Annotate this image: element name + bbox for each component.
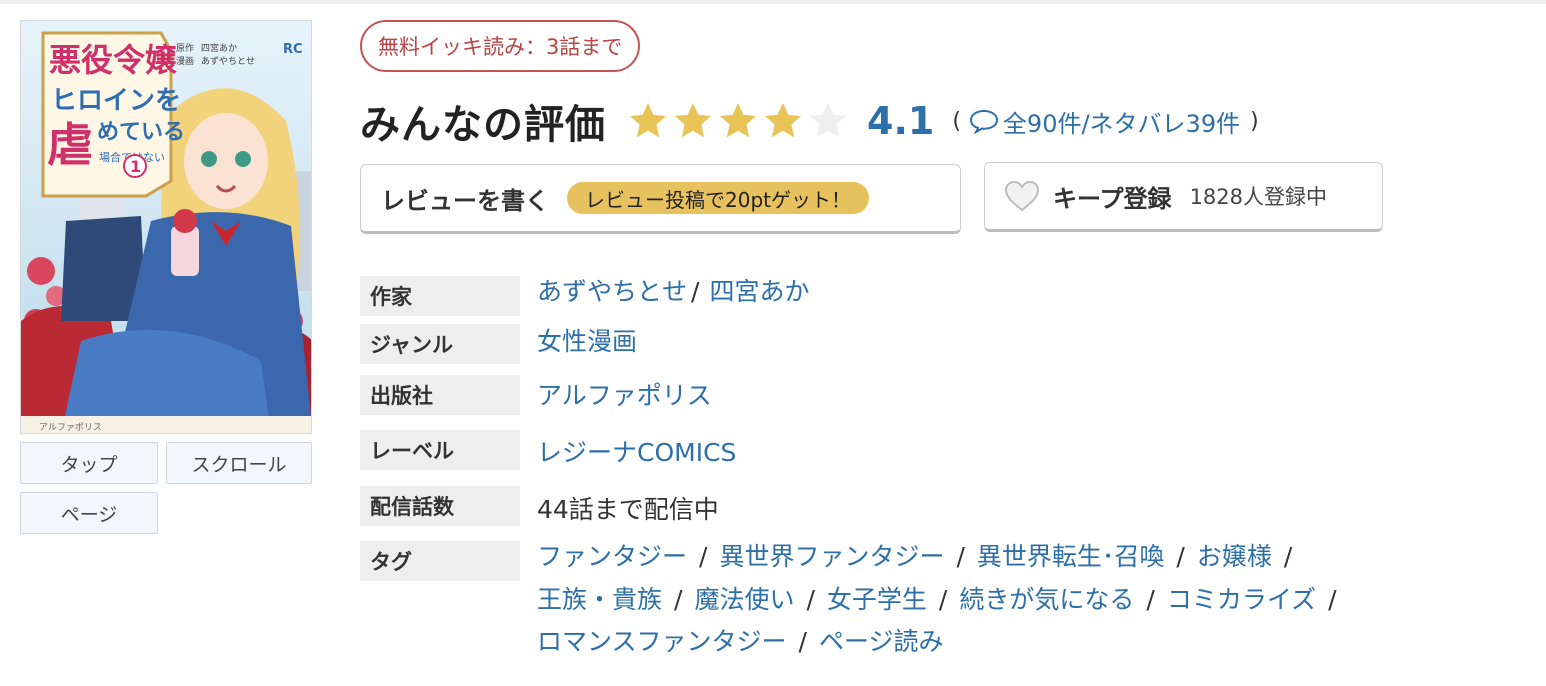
viewer-tap-button[interactable]: タップ	[20, 442, 158, 484]
svg-text:漫画: 漫画	[176, 55, 194, 67]
write-review-label: レビューを書く	[381, 186, 549, 215]
publisher-link[interactable]: アルファポリス	[537, 376, 712, 412]
author-link[interactable]: あずやちとせ	[537, 277, 687, 306]
star-rating	[628, 101, 853, 141]
speech-bubble-icon	[969, 109, 998, 134]
author-label: 作家	[360, 276, 520, 316]
tag-link[interactable]: ファンタジー	[537, 542, 687, 571]
tags-line-1: ファンタジー / 異世界ファンタジー / 異世界転生･召喚 / お嬢様 /	[537, 537, 1304, 573]
episodes-value: 44話まで配信中	[537, 495, 719, 524]
svg-text:四宮あか: 四宮あか	[201, 42, 237, 54]
tags-line-3: ロマンスファンタジー / ページ読み	[537, 622, 943, 658]
genre-label: ジャンル	[360, 324, 520, 364]
heart-icon	[1004, 180, 1040, 212]
svg-text:原作: 原作	[176, 42, 194, 54]
review-count-link[interactable]: ( 全90件/ネタバレ39件 )	[952, 104, 1258, 139]
svg-text:アルファポリス: アルファポリス	[39, 422, 102, 433]
tags-label: タグ	[360, 541, 520, 581]
tag-link[interactable]: お嬢様	[1197, 542, 1272, 571]
svg-text:めている: めている	[97, 120, 185, 145]
tag-link[interactable]: コミカライズ	[1167, 585, 1316, 614]
tags-line-2: 王族・貴族 / 魔法使い / 女子学生 / 続きが気になる / コミカライズ /	[537, 580, 1349, 616]
star-empty-icon	[810, 103, 846, 138]
top-border	[0, 0, 1546, 4]
author-link[interactable]: 四宮あか	[709, 277, 809, 306]
tag-separator: /	[806, 585, 815, 614]
tag-separator: /	[956, 542, 965, 571]
close-paren: )	[1250, 108, 1259, 134]
rating-title: みんなの評価	[360, 102, 606, 148]
tag-link[interactable]: 王族・貴族	[537, 585, 662, 614]
keep-button[interactable]: キープ登録 1828人登録中	[984, 162, 1383, 232]
svg-text:RC: RC	[283, 42, 303, 57]
tag-separator: /	[1328, 585, 1337, 614]
imprint-link[interactable]: レジーナCOMICS	[537, 433, 736, 469]
tag-separator: /	[938, 585, 948, 614]
cover-illustration: 悪役令嬢 は ヒロインを 虐 めている 場合ではない 1 原作 四宮あか 漫画 …	[21, 21, 311, 433]
write-review-button[interactable]: レビューを書く レビュー投稿で20ptゲット！	[360, 164, 961, 234]
tag-separator: /	[699, 542, 708, 571]
tag-separator: /	[1176, 542, 1185, 571]
svg-text:虐: 虐	[47, 118, 93, 172]
keep-count: 1828人登録中	[1189, 185, 1328, 209]
keep-label: キープ登録	[1053, 184, 1172, 213]
imprint-label: レーベル	[360, 430, 520, 470]
tag-separator: /	[798, 627, 807, 656]
open-paren: (	[952, 108, 961, 134]
star-filled-icon	[675, 103, 711, 138]
author-separator: /	[691, 277, 700, 306]
svg-text:1: 1	[130, 157, 141, 176]
tag-link[interactable]: 異世界転生･召喚	[977, 542, 1165, 571]
episodes-label: 配信話数	[360, 486, 520, 526]
svg-text:は: は	[156, 50, 168, 64]
author-values: あずやちとせ / 四宮あか	[537, 272, 809, 308]
tag-link[interactable]: ロマンスファンタジー	[537, 627, 787, 656]
tag-link[interactable]: 魔法使い	[694, 585, 794, 614]
tag-separator: /	[1146, 585, 1155, 614]
viewer-page-button[interactable]: ページ	[20, 492, 158, 534]
review-count-text: 全90件/ネタバレ39件	[1002, 109, 1241, 138]
book-cover[interactable]: 悪役令嬢 は ヒロインを 虐 めている 場合ではない 1 原作 四宮あか 漫画 …	[20, 20, 312, 434]
svg-text:ヒロインを: ヒロインを	[51, 86, 181, 116]
rating-row: みんなの評価 4.1 ( 全90件/ネタバレ39件 )	[360, 86, 1259, 156]
tag-link[interactable]: 続きが気になる	[959, 585, 1134, 614]
publisher-label: 出版社	[360, 375, 520, 415]
tag-link[interactable]: 女子学生	[827, 585, 927, 614]
free-read-badge: 無料イッキ読み：3話まで	[360, 20, 641, 72]
tag-separator: /	[1283, 542, 1293, 571]
viewer-scroll-button[interactable]: スクロール	[166, 442, 312, 484]
genre-link[interactable]: 女性漫画	[537, 322, 637, 358]
tag-link[interactable]: 異世界ファンタジー	[719, 542, 944, 571]
tag-separator: /	[674, 585, 683, 614]
rating-score: 4.1	[867, 99, 935, 143]
tag-link[interactable]: ページ読み	[819, 627, 944, 656]
star-filled-icon	[765, 103, 801, 138]
star-filled-icon	[720, 103, 756, 138]
svg-text:あずやちとせ: あずやちとせ	[201, 56, 255, 67]
review-points-badge: レビュー投稿で20ptゲット！	[567, 182, 869, 214]
star-filled-icon	[630, 103, 666, 138]
